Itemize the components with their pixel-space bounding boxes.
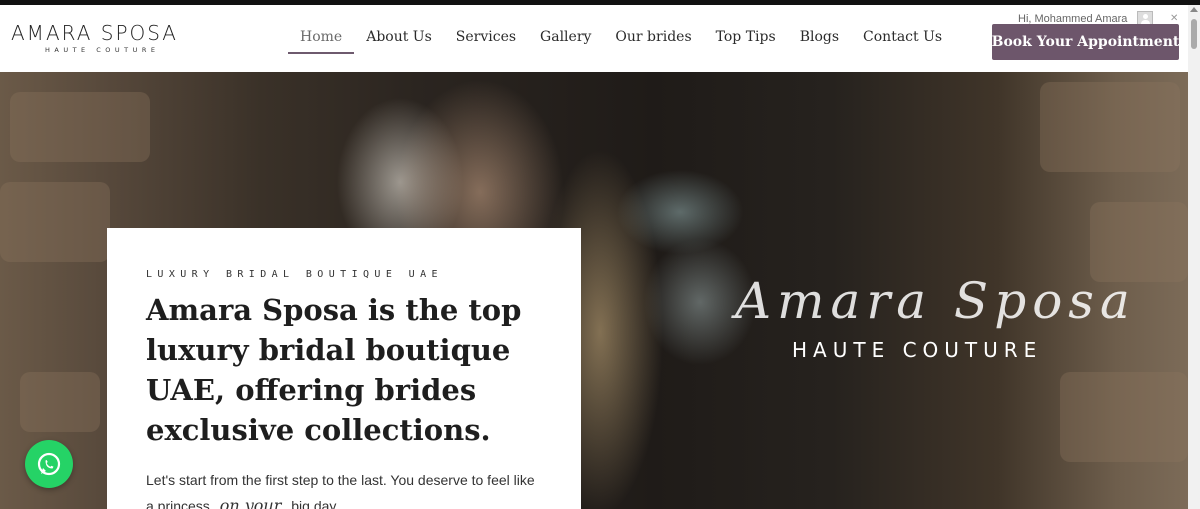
hero-intro-text: Let's start from the first step to the l…: [146, 468, 546, 509]
brand-logo[interactable]: AMARA SPOSA HAUTE COUTURE: [11, 21, 191, 61]
brand-name: AMARA SPOSA: [11, 21, 178, 45]
page-scrollbar[interactable]: [1188, 5, 1200, 509]
brand-tagline: HAUTE COUTURE: [45, 46, 160, 54]
stone-wall-decor: [1060, 372, 1188, 462]
hero-overlay-subtitle: HAUTE COUTURE: [792, 338, 1043, 362]
intro-text-part2: big day: [291, 498, 337, 509]
hero-eyebrow: LUXURY BRIDAL BOUTIQUE UAE: [146, 269, 443, 280]
nav-item-gallery[interactable]: Gallery: [528, 27, 603, 55]
hero-headline: Amara Sposa is the top luxury bridal bou…: [146, 293, 522, 447]
main-nav: Home About Us Services Gallery Our bride…: [288, 27, 954, 55]
whatsapp-icon: [37, 452, 61, 476]
whatsapp-chat-button[interactable]: [25, 440, 73, 488]
stone-wall-decor: [1090, 202, 1188, 282]
scroll-up-arrow-icon[interactable]: [1190, 7, 1198, 12]
intro-cursive: on your: [219, 496, 282, 509]
stone-wall-decor: [0, 182, 110, 262]
nav-item-services[interactable]: Services: [444, 27, 528, 55]
intro-text-part1: Let's start from the first step to the l…: [146, 472, 535, 509]
stone-wall-decor: [1040, 82, 1180, 172]
nav-item-top-tips[interactable]: Top Tips: [704, 27, 788, 55]
stone-wall-decor: [20, 372, 100, 432]
nav-item-our-brides[interactable]: Our brides: [603, 27, 703, 55]
hero-intro-card: LUXURY BRIDAL BOUTIQUE UAE Amara Sposa i…: [107, 228, 581, 509]
stone-wall-decor: [10, 92, 150, 162]
hero-overlay-script: Amara Sposa: [735, 272, 1136, 330]
hero-section: Amara Sposa HAUTE COUTURE LUXURY BRIDAL …: [0, 72, 1188, 509]
nav-item-blogs[interactable]: Blogs: [788, 27, 851, 55]
book-appointment-button[interactable]: Book Your Appointment: [992, 24, 1179, 60]
nav-item-contact-us[interactable]: Contact Us: [851, 27, 954, 55]
nav-item-home[interactable]: Home: [288, 27, 355, 55]
scroll-thumb[interactable]: [1191, 19, 1197, 49]
close-icon[interactable]: ✕: [1170, 13, 1178, 24]
nav-item-about-us[interactable]: About Us: [354, 27, 444, 55]
site-header: AMARA SPOSA HAUTE COUTURE Home About Us …: [0, 5, 1188, 72]
